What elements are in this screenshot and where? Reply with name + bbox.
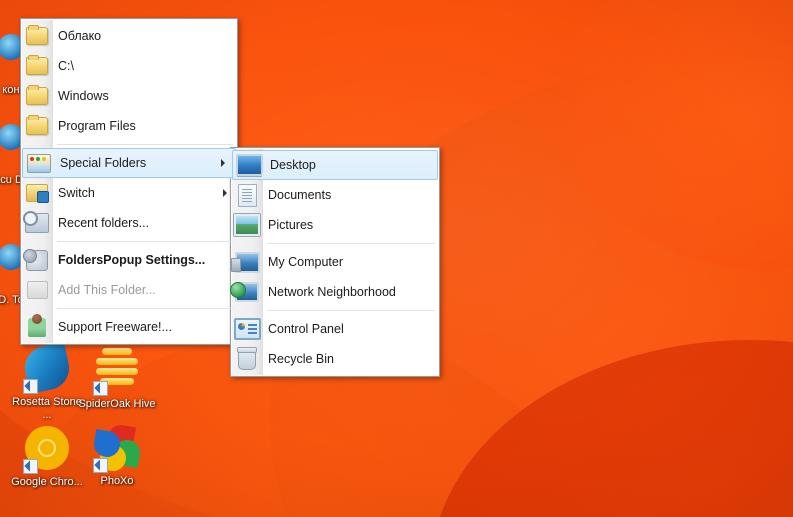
special-folder-icon (23, 151, 55, 175)
folder-icon (21, 114, 53, 138)
desktop-icon-spideroak-hive[interactable]: SpiderOak Hive (78, 344, 156, 411)
menu-separator (267, 243, 435, 244)
submenu-item-desktop[interactable]: Desktop (232, 150, 438, 180)
rosetta-stone-icon (20, 341, 74, 395)
add-folder-icon (21, 278, 53, 302)
submenu-item-control-panel[interactable]: Control Panel (231, 314, 439, 344)
menu-separator (57, 308, 233, 309)
submenu-item-network-neighborhood[interactable]: Network Neighborhood (230, 277, 439, 307)
desktop-icon-label: Rosetta Stone ... (12, 396, 82, 421)
folder-icon (21, 84, 53, 108)
shortcut-arrow-icon (23, 379, 38, 394)
submenu-arrow-icon (223, 189, 227, 197)
submenu-item-label: Recycle Bin (268, 352, 334, 366)
document-icon (231, 183, 263, 207)
menu-separator (57, 241, 233, 242)
menu-item-windows[interactable]: Windows (21, 81, 237, 111)
menu-item-label: Windows (58, 89, 109, 103)
control-panel-icon (231, 317, 263, 341)
desktop-icon (233, 153, 265, 177)
submenu-item-documents[interactable]: Documents (231, 180, 439, 210)
submenu-arrow-icon (221, 159, 225, 167)
menu-item-c-drive[interactable]: C:\ (21, 51, 237, 81)
desktop-icon-label: Google Chro... (11, 476, 83, 488)
submenu-item-label: Network Neighborhood (268, 285, 396, 299)
menu-item-label: Special Folders (60, 156, 147, 170)
menu-separator (267, 310, 435, 311)
pictures-icon (231, 213, 263, 237)
submenu-item-pictures[interactable]: Pictures (231, 210, 439, 240)
menu-item-program-files[interactable]: Program Files (21, 111, 237, 141)
submenu-item-recycle-bin[interactable]: Recycle Bin (231, 344, 439, 374)
desktop-icon-google-chrome[interactable]: Google Chro... (8, 424, 86, 489)
switch-folder-icon (21, 181, 53, 205)
menu-item-label: Support Freeware!... (58, 320, 172, 334)
shortcut-arrow-icon (23, 459, 38, 474)
menu-item-recent-folders[interactable]: Recent folders... (21, 208, 237, 238)
folders-popup-menu[interactable]: Облако C:\ Windows Program Files Special… (20, 18, 238, 345)
submenu-item-my-computer[interactable]: My Computer (230, 247, 439, 277)
settings-icon (21, 248, 53, 272)
recycle-bin-icon (231, 346, 263, 371)
shortcut-arrow-icon (93, 458, 108, 473)
menu-item-label: Switch (58, 186, 95, 200)
google-chrome-icon (23, 426, 71, 474)
desktop-icon-label: PhoXo (100, 475, 134, 487)
phoxo-icon (91, 422, 143, 474)
submenu-item-label: My Computer (268, 255, 344, 269)
my-computer-icon (230, 250, 263, 274)
person-icon (21, 313, 53, 339)
menu-item-special-folders[interactable]: Special Folders (22, 148, 236, 178)
network-icon (230, 280, 263, 304)
menu-item-label: Облако (58, 29, 102, 43)
menu-item-switch[interactable]: Switch (21, 178, 237, 208)
desktop-icon-label: SpiderOak Hive (78, 398, 156, 410)
wallpaper-swirl-5 (560, 0, 793, 270)
spideroak-hive-icon (93, 348, 141, 396)
wallpaper-swirl-3 (430, 340, 793, 517)
menu-item-label: Recent folders... (58, 216, 150, 230)
submenu-item-label: Pictures (268, 218, 314, 232)
submenu-item-label: Documents (268, 188, 332, 202)
folder-icon (21, 24, 53, 48)
submenu-item-label: Control Panel (268, 322, 344, 336)
recent-folders-icon (21, 211, 53, 235)
desktop[interactable]: кон Acu Dir D. To Rosetta Stone ... Spid… (0, 0, 793, 517)
menu-item-label: C:\ (58, 59, 74, 73)
menu-item-label: FoldersPopup Settings... (58, 253, 206, 267)
shortcut-arrow-icon (93, 381, 108, 396)
special-folders-submenu[interactable]: Desktop Documents Pictures My Computer N… (230, 147, 440, 377)
menu-item-label: Add This Folder... (58, 283, 156, 297)
menu-separator (57, 144, 233, 145)
menu-item-oblako[interactable]: Облако (21, 21, 237, 51)
submenu-item-label: Desktop (270, 158, 316, 172)
menu-item-support-freeware[interactable]: Support Freeware!... (21, 312, 237, 342)
menu-item-folderspopup-settings[interactable]: FoldersPopup Settings... (21, 245, 237, 275)
menu-item-label: Program Files (58, 119, 136, 133)
desktop-icon-rosetta-stone[interactable]: Rosetta Stone ... (8, 341, 86, 422)
folder-icon (21, 54, 53, 78)
desktop-icon-phoxo[interactable]: PhoXo (78, 422, 156, 488)
menu-item-add-this-folder: Add This Folder... (21, 275, 237, 305)
